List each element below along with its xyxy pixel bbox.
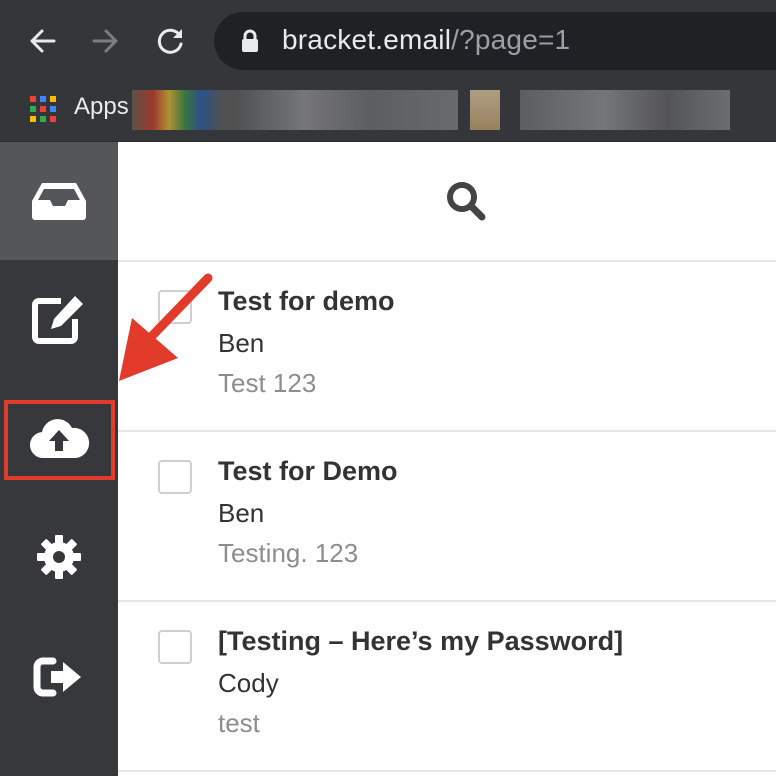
email-preview: test	[218, 708, 260, 738]
sidebar-item-compose[interactable]	[0, 260, 118, 378]
email-preview: Testing. 123	[218, 538, 359, 568]
blurred-bookmark[interactable]	[132, 90, 238, 130]
url-host: bracket.email	[282, 24, 452, 55]
email-checkbox[interactable]	[158, 630, 192, 664]
email-row[interactable]: [Testing – Here’s my Password] Cody test	[118, 602, 776, 772]
lock-icon	[242, 29, 258, 52]
email-row[interactable]: Test for demo Ben Test 123	[118, 262, 776, 432]
search-bar[interactable]	[118, 142, 776, 262]
sidebar-item-settings[interactable]	[0, 498, 118, 616]
sidebar-item-inbox[interactable]	[0, 142, 118, 260]
browser-toolbar: bracket.email/?page=1	[0, 0, 776, 82]
blurred-bookmark[interactable]	[470, 90, 500, 130]
inbox-icon	[32, 183, 86, 220]
highlight-box	[4, 400, 115, 480]
gear-icon	[37, 535, 81, 579]
email-preview: Test 123	[218, 368, 317, 398]
reload-button[interactable]	[150, 20, 192, 62]
back-button[interactable]	[22, 20, 64, 62]
email-subject: Test for demo	[218, 286, 395, 316]
address-bar[interactable]: bracket.email/?page=1	[214, 12, 776, 70]
forward-button[interactable]	[84, 20, 126, 62]
blurred-bookmark[interactable]	[238, 90, 458, 130]
email-checkbox[interactable]	[158, 290, 192, 324]
back-arrow-icon	[30, 29, 56, 53]
email-checkbox[interactable]	[158, 460, 192, 494]
bookmarks-bar: Apps	[0, 82, 776, 142]
email-sender: Ben	[218, 498, 265, 528]
url-path: /?page=1	[451, 24, 571, 55]
blurred-bookmark[interactable]	[520, 90, 730, 130]
sign-out-icon	[33, 657, 81, 697]
email-sender: Cody	[218, 668, 279, 698]
email-subject: [Testing – Here’s my Password]	[218, 626, 624, 656]
email-subject: Test for Demo	[218, 456, 398, 486]
apps-bookmark[interactable]: Apps	[74, 93, 129, 121]
edit-icon	[32, 296, 83, 344]
reload-icon	[157, 28, 183, 54]
main-panel: Test for demo Ben Test 123 Test for Demo…	[118, 142, 776, 776]
forward-arrow-icon	[92, 29, 118, 53]
email-sender: Ben	[218, 328, 265, 358]
url-text: bracket.email/?page=1	[282, 24, 570, 56]
email-row[interactable]: Test for Demo Ben Testing. 123	[118, 432, 776, 602]
search-icon[interactable]	[445, 180, 487, 222]
apps-grid-icon[interactable]	[30, 96, 56, 122]
sidebar-item-logout[interactable]	[0, 618, 118, 736]
